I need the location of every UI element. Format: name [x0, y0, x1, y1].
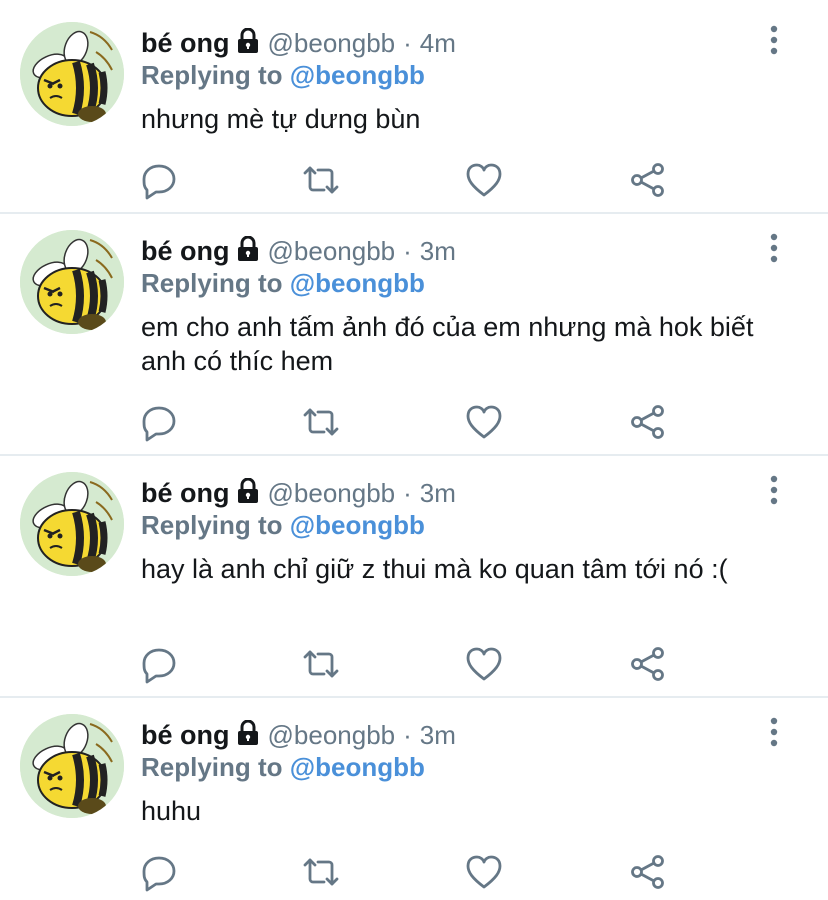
tweet-text: hay là anh chỉ giữ z thui mà ko quan tâm…: [141, 554, 728, 584]
tweet-text: nhưng mè tự dưng bùn: [141, 104, 421, 134]
display-name[interactable]: bé ong: [141, 720, 230, 750]
tweet-feed: bé ong @beongbb · 4m Replying to @beongbb n…: [0, 0, 828, 900]
tweet-header: bé ong @beongbb · 4m: [141, 26, 456, 60]
user-handle[interactable]: @beongbb: [268, 478, 396, 508]
tweet[interactable]: bé ong @beongbb · 4m Replying to @beongbb n…: [0, 22, 828, 212]
bee-avatar-image: [20, 230, 124, 334]
divider: [0, 212, 828, 214]
tweet-text: em cho anh tấm ảnh đó của em nhưng mà ho…: [141, 312, 754, 376]
retweet-icon[interactable]: [301, 644, 341, 684]
retweet-icon[interactable]: [301, 852, 341, 892]
tweet-header: bé ong @beongbb · 3m: [141, 718, 456, 752]
display-name[interactable]: bé ong: [141, 478, 230, 508]
avatar[interactable]: [20, 230, 124, 334]
timestamp[interactable]: 3m: [420, 720, 456, 750]
heart-icon[interactable]: [464, 402, 504, 442]
heart-icon[interactable]: [464, 644, 504, 684]
display-name[interactable]: bé ong: [141, 28, 230, 58]
timestamp[interactable]: 3m: [420, 236, 456, 266]
replying-to: Replying to @beongbb: [141, 268, 425, 299]
user-handle[interactable]: @beongbb: [268, 28, 396, 58]
heart-icon[interactable]: [464, 852, 504, 892]
retweet-icon[interactable]: [301, 402, 341, 442]
tweet[interactable]: bé ong @beongbb · 3m Replying to @beongbb e…: [0, 230, 828, 452]
more-vertical-icon[interactable]: [760, 22, 788, 56]
bee-avatar-image: [20, 472, 124, 576]
tweet-actions: [141, 852, 701, 892]
comment-icon[interactable]: [139, 852, 179, 892]
mention-link[interactable]: @beongbb: [290, 268, 425, 298]
divider: [0, 454, 828, 456]
timestamp[interactable]: 4m: [420, 28, 456, 58]
retweet-icon[interactable]: [301, 160, 341, 200]
avatar[interactable]: [20, 714, 124, 818]
separator: ·: [403, 478, 412, 508]
user-handle[interactable]: @beongbb: [268, 236, 396, 266]
more-vertical-icon[interactable]: [760, 230, 788, 264]
replying-label: Replying to: [141, 268, 283, 298]
comment-icon[interactable]: [139, 160, 179, 200]
tweet-header: bé ong @beongbb · 3m: [141, 234, 456, 268]
tweet-actions: [141, 402, 701, 442]
separator: ·: [403, 720, 412, 750]
bee-avatar-image: [20, 714, 124, 818]
comment-icon[interactable]: [139, 644, 179, 684]
avatar[interactable]: [20, 22, 124, 126]
replying-to: Replying to @beongbb: [141, 60, 425, 91]
replying-label: Replying to: [141, 752, 283, 782]
share-icon[interactable]: [628, 160, 668, 200]
replying-to: Replying to @beongbb: [141, 752, 425, 783]
separator: ·: [403, 28, 412, 58]
heart-icon[interactable]: [464, 160, 504, 200]
timestamp[interactable]: 3m: [420, 478, 456, 508]
display-name[interactable]: bé ong: [141, 236, 230, 266]
tweet[interactable]: bé ong @beongbb · 3m Replying to @beongbb h…: [0, 472, 828, 694]
divider: [0, 696, 828, 698]
separator: ·: [403, 236, 412, 266]
replying-label: Replying to: [141, 510, 283, 540]
tweet-header: bé ong @beongbb · 3m: [141, 476, 456, 510]
share-icon[interactable]: [628, 852, 668, 892]
comment-icon[interactable]: [139, 402, 179, 442]
more-vertical-icon[interactable]: [760, 714, 788, 748]
tweet-actions: [141, 160, 701, 200]
mention-link[interactable]: @beongbb: [290, 510, 425, 540]
replying-label: Replying to: [141, 60, 283, 90]
bee-avatar-image: [20, 22, 124, 126]
user-handle[interactable]: @beongbb: [268, 720, 396, 750]
tweet[interactable]: bé ong @beongbb · 3m Replying to @beongbb h…: [0, 714, 828, 900]
share-icon[interactable]: [628, 402, 668, 442]
tweet-text: huhu: [141, 796, 202, 826]
tweet-actions: [141, 644, 701, 684]
share-icon[interactable]: [628, 644, 668, 684]
more-vertical-icon[interactable]: [760, 472, 788, 506]
mention-link[interactable]: @beongbb: [290, 752, 425, 782]
replying-to: Replying to @beongbb: [141, 510, 425, 541]
mention-link[interactable]: @beongbb: [290, 60, 425, 90]
avatar[interactable]: [20, 472, 124, 576]
